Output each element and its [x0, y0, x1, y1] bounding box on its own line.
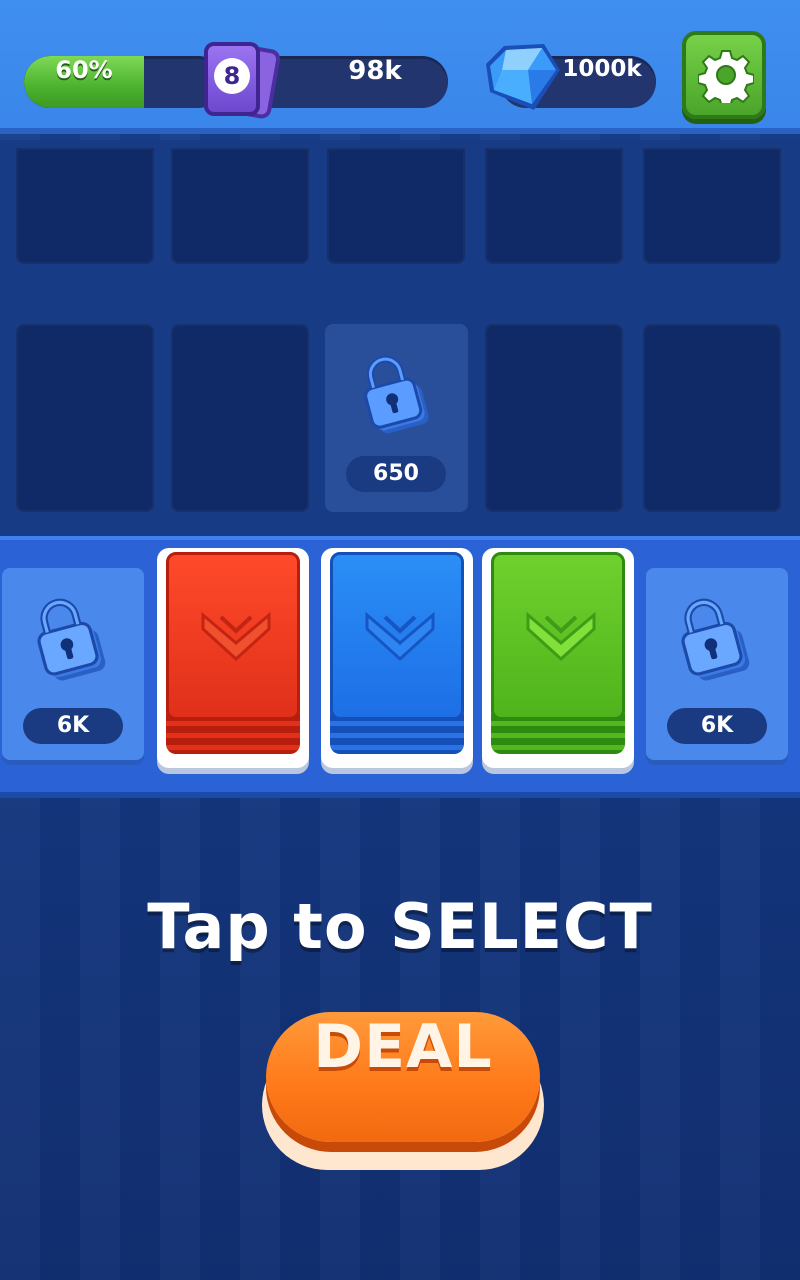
- card-count: 8: [214, 58, 250, 94]
- deck-red[interactable]: [166, 552, 300, 754]
- board-slot[interactable]: [327, 148, 465, 264]
- chevron-down-icon: [365, 611, 435, 662]
- board-slot[interactable]: [643, 324, 781, 512]
- deal-button-label: DEAL: [313, 1012, 493, 1082]
- locked-board-slot[interactable]: 650: [325, 324, 468, 512]
- chevron-down-icon: [526, 611, 596, 662]
- cards-value: 98k: [348, 56, 402, 86]
- lock-icon: [37, 598, 106, 681]
- board-slot[interactable]: [485, 324, 623, 512]
- board-slot[interactable]: [16, 148, 154, 264]
- level-progress-label: 60%: [55, 56, 113, 84]
- board-slot[interactable]: [485, 148, 623, 264]
- lock-icon: [364, 355, 429, 434]
- locked-deck-price-right: 6K: [667, 708, 767, 744]
- level-progress-bar: 60%: [24, 56, 224, 108]
- top-bar: 60% 98k 8 1000k: [0, 0, 800, 134]
- chevron-down-icon: [201, 611, 271, 662]
- select-prompt: Tap to SELECT: [147, 890, 653, 963]
- gem-icon: [486, 44, 560, 110]
- deck-green[interactable]: [491, 552, 625, 754]
- board-slot[interactable]: [16, 324, 154, 512]
- settings-button[interactable]: [682, 31, 766, 119]
- deal-button[interactable]: DEAL: [266, 1012, 540, 1142]
- gems-value: 1000k: [562, 56, 642, 82]
- locked-deck-price-left: 6K: [23, 708, 123, 744]
- card-icon: 8: [198, 40, 284, 122]
- locked-deck-slot-right[interactable]: 6K: [646, 568, 788, 760]
- board-slot[interactable]: [643, 148, 781, 264]
- board-slot[interactable]: [171, 148, 309, 264]
- board-slot[interactable]: [171, 324, 309, 512]
- locked-deck-slot-left[interactable]: 6K: [2, 568, 144, 760]
- locked-slot-price: 650: [346, 456, 446, 492]
- lock-icon: [681, 598, 750, 681]
- gear-icon: [698, 50, 754, 103]
- deck-blue[interactable]: [330, 552, 464, 754]
